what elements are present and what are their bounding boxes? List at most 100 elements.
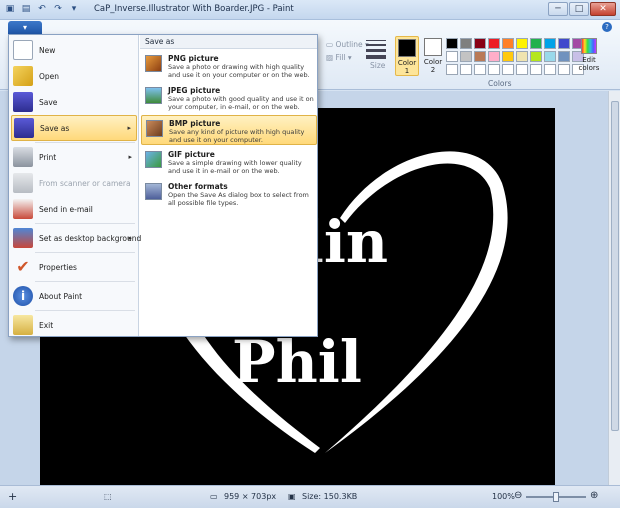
palette-swatch[interactable] xyxy=(516,51,528,62)
exit-icon xyxy=(13,315,33,335)
palette-swatch[interactable] xyxy=(488,64,500,75)
save-as-bmp[interactable]: BMP picture Save any kind of picture wit… xyxy=(141,115,317,145)
zoom-out-button[interactable]: ⊖ xyxy=(514,490,522,501)
palette-swatch[interactable] xyxy=(446,51,458,62)
color2-button[interactable]: Color 2 xyxy=(421,36,445,76)
menu-item-exit[interactable]: Exit xyxy=(11,312,137,338)
scrollbar-thumb[interactable] xyxy=(611,101,619,431)
menu-item-email[interactable]: Send in e-mail xyxy=(11,196,137,222)
palette-swatch[interactable] xyxy=(558,64,570,75)
save-as-other-formats[interactable]: Other formats Open the Save As dialog bo… xyxy=(141,179,317,209)
menu-item-save[interactable]: Save xyxy=(11,89,137,115)
menu-item-label: New xyxy=(39,45,56,55)
bmp-icon xyxy=(146,120,163,137)
zoom-level: 100% xyxy=(492,492,515,501)
palette-swatch[interactable] xyxy=(474,38,486,49)
paint-app-icon[interactable]: ▣ xyxy=(4,3,16,15)
palette-swatch[interactable] xyxy=(544,38,556,49)
palette-swatch[interactable] xyxy=(516,64,528,75)
submenu-arrow-icon: ▸ xyxy=(127,124,131,132)
palette-swatch[interactable] xyxy=(544,51,556,62)
color-palette xyxy=(446,38,584,75)
palette-swatch[interactable] xyxy=(516,38,528,49)
color1-button[interactable]: Color 1 xyxy=(395,36,419,76)
color1-swatch xyxy=(398,39,416,57)
save-as-png[interactable]: PNG picture Save a photo or drawing with… xyxy=(141,51,317,81)
size-icon[interactable] xyxy=(366,40,386,59)
palette-swatch[interactable] xyxy=(446,64,458,75)
color1-label: Color 1 xyxy=(397,59,417,75)
close-button[interactable]: ✕ xyxy=(590,2,616,16)
window-title: CaP_Inverse.Illustrator With Boarder.JPG… xyxy=(94,4,294,14)
bmp-description: Save any kind of picture with high quali… xyxy=(169,128,305,144)
redo-icon[interactable]: ↷ xyxy=(52,3,64,15)
menu-item-properties[interactable]: ✔ Properties xyxy=(11,254,137,280)
zoom-in-button[interactable]: ⊕ xyxy=(590,490,598,501)
vertical-scrollbar[interactable] xyxy=(608,91,620,485)
zoom-slider[interactable] xyxy=(526,492,586,502)
file-menu-button[interactable]: ▾ xyxy=(8,21,42,34)
selection-size-icon: ⬚ xyxy=(104,492,112,501)
palette-swatch[interactable] xyxy=(558,51,570,62)
palette-swatch[interactable] xyxy=(460,51,472,62)
other-formats-icon xyxy=(145,183,162,200)
palette-swatch[interactable] xyxy=(474,64,486,75)
palette-swatch[interactable] xyxy=(488,38,500,49)
menu-item-save-as[interactable]: Save as ▸ xyxy=(11,115,137,141)
palette-swatch[interactable] xyxy=(460,38,472,49)
palette-swatch[interactable] xyxy=(502,51,514,62)
maximize-button[interactable]: □ xyxy=(569,2,589,16)
edit-colors-button[interactable]: Edit colors xyxy=(578,36,600,72)
menu-item-label: Save as xyxy=(40,123,70,133)
menu-item-label: About Paint xyxy=(39,291,83,301)
save-as-icon xyxy=(14,118,34,138)
undo-icon[interactable]: ↶ xyxy=(36,3,48,15)
menu-separator xyxy=(35,252,135,253)
menu-item-label: Save xyxy=(39,97,58,107)
palette-swatch[interactable] xyxy=(502,64,514,75)
palette-swatch[interactable] xyxy=(488,51,500,62)
save-icon xyxy=(13,92,33,112)
gif-title: GIF picture xyxy=(168,150,215,159)
palette-swatch[interactable] xyxy=(530,51,542,62)
menu-item-print[interactable]: Print ▸ xyxy=(11,144,137,170)
size-label: Size xyxy=(370,61,386,70)
colors-group-label: Colors xyxy=(488,79,512,88)
menu-item-open[interactable]: Open xyxy=(11,63,137,89)
outline-button[interactable]: ▭ Outline ▾ xyxy=(326,40,369,49)
palette-swatch[interactable] xyxy=(558,38,570,49)
zoom-slider-knob[interactable] xyxy=(553,492,559,502)
fill-button[interactable]: ▨ Fill ▾ xyxy=(326,53,352,62)
qat-customize-icon[interactable]: ▾ xyxy=(68,3,80,15)
palette-swatch[interactable] xyxy=(530,38,542,49)
menu-item-new[interactable]: New xyxy=(11,37,137,63)
edit-colors-label: Edit colors xyxy=(578,56,600,72)
palette-swatch[interactable] xyxy=(544,64,556,75)
open-icon xyxy=(13,66,33,86)
save-as-gif[interactable]: GIF picture Save a simple drawing with l… xyxy=(141,147,317,177)
palette-swatch[interactable] xyxy=(474,51,486,62)
menu-separator xyxy=(35,281,135,282)
save-as-jpeg[interactable]: JPEG picture Save a photo with good qual… xyxy=(141,83,317,113)
gif-icon xyxy=(145,151,162,168)
menu-item-scanner: From scanner or camera xyxy=(11,170,137,196)
menu-separator xyxy=(35,310,135,311)
palette-swatch[interactable] xyxy=(530,64,542,75)
palette-swatch[interactable] xyxy=(502,38,514,49)
minimize-button[interactable]: ─ xyxy=(548,2,568,16)
save-quick-icon[interactable]: ▤ xyxy=(20,3,32,15)
chevron-down-icon: ▾ xyxy=(22,23,27,32)
file-menu-commands: New Open Save Save as ▸ Print ▸ From sca… xyxy=(9,35,141,338)
print-icon xyxy=(13,147,33,167)
menu-item-label: Exit xyxy=(39,320,54,330)
help-icon[interactable]: ? xyxy=(602,22,612,32)
menu-item-label: Send in e-mail xyxy=(39,204,93,214)
menu-separator xyxy=(35,142,135,143)
menu-item-about[interactable]: i About Paint xyxy=(11,283,137,309)
email-icon xyxy=(13,199,33,219)
bmp-title: BMP picture xyxy=(169,119,221,128)
palette-swatch[interactable] xyxy=(446,38,458,49)
palette-swatch[interactable] xyxy=(460,64,472,75)
png-icon xyxy=(145,55,162,72)
menu-item-desktop-background[interactable]: Set as desktop background ▸ xyxy=(11,225,141,251)
